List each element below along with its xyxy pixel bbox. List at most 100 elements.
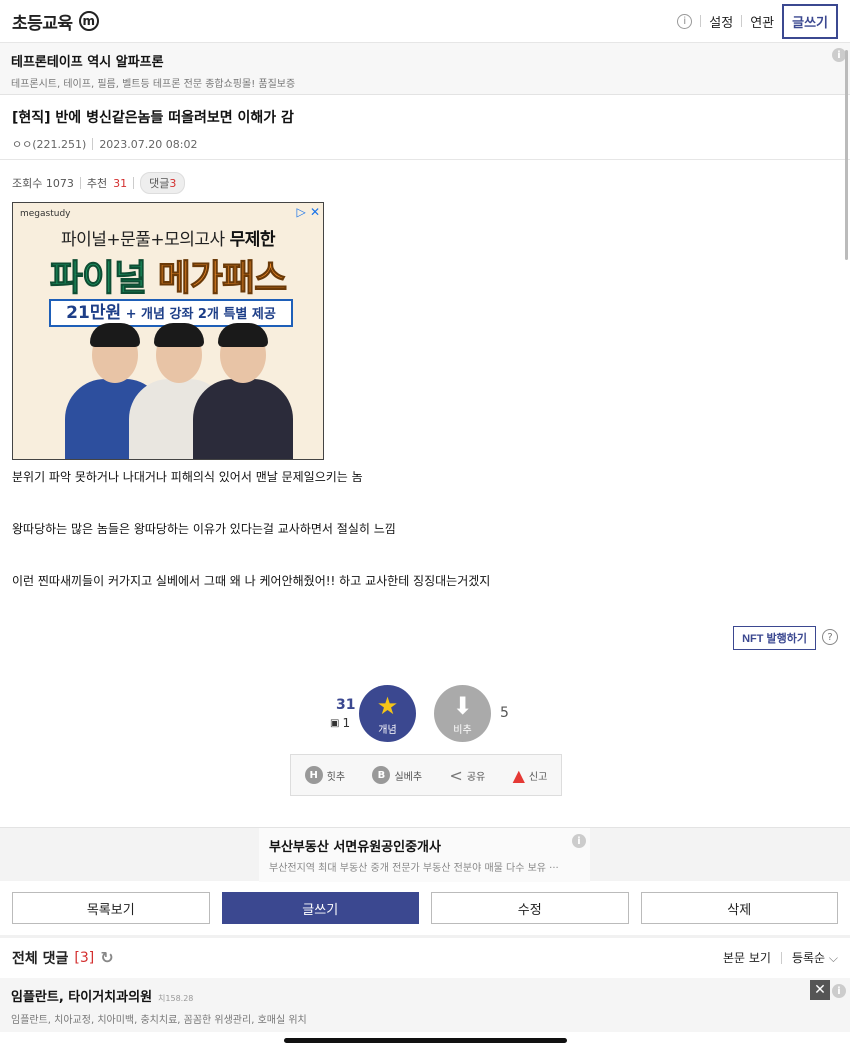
mid-ad: 부산부동산 서면유원공인중개사 부산전지역 최대 부동산 중개 전문가 부동산 …: [0, 827, 850, 882]
adchoices-icon[interactable]: ▷ ✕: [297, 205, 320, 219]
hit-recommend-label: 힛추: [326, 771, 346, 783]
upvote-sub-value: 1: [342, 716, 351, 730]
hit-recommend-button[interactable]: H 힛추: [304, 766, 346, 784]
top-ad-title[interactable]: 테프론테이프 역시 알파프론: [11, 51, 839, 70]
write-button[interactable]: 글쓰기: [221, 892, 419, 924]
comments-header: 전체 댓글 [3] ↻ 본문 보기 등록순 ⌵: [0, 935, 850, 977]
gallery-title[interactable]: 초등교육: [12, 9, 73, 34]
report-button[interactable]: ▲ 신고: [513, 766, 548, 785]
chevron-down-icon: ⌵: [828, 951, 838, 965]
divider: [79, 177, 81, 189]
downvote-count: 5: [500, 705, 509, 721]
post-header: [현직] 반에 병신같은놈들 떠올려보면 이해가 감 ㅇㅇ(221.251) 2…: [0, 95, 850, 160]
mid-ad-card[interactable]: 부산부동산 서면유원공인중개사 부산전지역 최대 부동산 중개 전문가 부동산 …: [259, 828, 590, 882]
divider: [133, 177, 135, 189]
refresh-icon[interactable]: ↻: [100, 948, 113, 967]
comment-count: 3: [169, 177, 177, 190]
banner-product-orange: 메가패스: [157, 258, 287, 300]
post-paragraph: 왕따당하는 많은 놈들은 왕따당하는 이유가 있다는걸 교사하면서 절실히 느낌: [12, 522, 396, 536]
sort-select[interactable]: 등록순 ⌵: [792, 949, 838, 966]
best-recommend-button[interactable]: B 실베추: [372, 766, 422, 784]
list-button[interactable]: 목록보기: [12, 892, 210, 924]
home-indicator[interactable]: [284, 1038, 567, 1043]
banner-ad[interactable]: megastudy ▷ ✕ 파이널+문풀+모의고사 무제한 파이널 메가패스 2…: [12, 202, 324, 460]
ad-info-icon[interactable]: i: [572, 834, 586, 848]
edit-button[interactable]: 수정: [431, 892, 629, 924]
gallery-title-group[interactable]: 초등교육 m: [12, 9, 99, 34]
banner-offer-rest: + 개념 강좌 2개 특별 제공: [125, 307, 276, 322]
write-button-top[interactable]: 글쓰기: [782, 3, 838, 39]
upvote-sub-count: ▣ 1: [330, 716, 350, 730]
ad-info-icon[interactable]: i: [832, 48, 846, 62]
post-date: 2023.07.20 08:02: [99, 137, 198, 151]
upvote-count: 31: [336, 697, 356, 713]
downvote-label: 비추: [453, 725, 472, 736]
bottom-ad-description: 임플란트, 치아교정, 치아미백, 충치치료, 꼼꼼한 위생관리, 호매실 위치: [11, 1015, 307, 1026]
banner-headline-prefix: 파이널+문풀+모의고사: [60, 230, 225, 250]
star-icon: ★: [376, 692, 399, 720]
upvote-button[interactable]: ★ 개념: [359, 685, 416, 742]
share-label: 공유: [466, 771, 486, 783]
banner-headline: 파이널+문풀+모의고사 무제한: [13, 225, 323, 250]
post-buttons: 목록보기 글쓰기 수정 삭제: [12, 892, 838, 924]
bottom-ad-title[interactable]: 임플란트, 타이거치과의원: [11, 986, 152, 1005]
close-icon[interactable]: ✕: [810, 980, 830, 1000]
arrow-down-icon: ⬇: [452, 692, 473, 720]
fixed-nick-icon: ▣: [330, 717, 340, 729]
comment-count-pill[interactable]: 댓글3: [140, 172, 186, 194]
header-actions: i 설정 연관 글쓰기: [677, 3, 838, 39]
related-link[interactable]: 연관: [750, 12, 774, 31]
banner-brand-logo: megastudy: [20, 209, 71, 219]
sort-label: 등록순: [791, 951, 826, 965]
post-meta: ㅇㅇ(221.251) 2023.07.20 08:02: [12, 136, 838, 152]
upvote-label: 개념: [378, 725, 397, 736]
post-body: 분위기 파악 못하거나 나대거나 피해의식 있어서 맨날 문제일으키는 놈 왕따…: [12, 468, 490, 624]
help-icon[interactable]: ?: [822, 629, 838, 645]
post-stats: 조회수 1073 추천 31 댓글3: [0, 160, 850, 194]
top-ad[interactable]: 테프론테이프 역시 알파프론 테프론시트, 테이프, 필름, 벨트등 테프론 전…: [0, 43, 850, 95]
vote-area: 31 ▣ 1 ★ 개념 ⬇ 비추 5: [0, 685, 850, 743]
banner-price: 21만원: [66, 303, 122, 323]
view-count: 조회수 1073: [12, 177, 74, 190]
banner-headline-bold: 무제한: [229, 230, 276, 250]
mid-ad-title[interactable]: 부산부동산 서면유원공인중개사: [269, 836, 580, 855]
nft-issue-button[interactable]: NFT 발행하기: [733, 626, 816, 650]
minor-gallery-badge-icon: m: [78, 11, 99, 31]
top-ad-description: 테프론시트, 테이프, 필름, 벨트등 테프론 전문 종합쇼핑몰! 품질보증: [11, 79, 296, 90]
comment-label: 댓글: [149, 177, 170, 190]
top-bar: 초등교육 m i 설정 연관 글쓰기: [0, 0, 850, 43]
bottom-ad-tag: 치158.28: [158, 994, 194, 1003]
recommend-label: 추천: [86, 177, 108, 190]
post-action-bar: H 힛추 B 실베추 < 공유 ▲ 신고: [290, 754, 562, 796]
banner-product-green: 파이널: [49, 258, 147, 300]
recommend-count: 31: [113, 176, 128, 190]
bottom-ad[interactable]: 임플란트, 타이거치과의원 치158.28 임플란트, 치아교정, 치아미백, …: [0, 978, 850, 1032]
post-paragraph: 분위기 파악 못하거나 나대거나 피해의식 있어서 맨날 문제일으키는 놈: [12, 470, 363, 484]
divider: [92, 138, 94, 150]
comments-title-group: 전체 댓글 [3] ↻: [12, 948, 114, 968]
post-title: [현직] 반에 병신같은놈들 떠올려보면 이해가 감: [12, 110, 294, 126]
post-author[interactable]: ㅇㅇ(221.251): [12, 136, 86, 152]
delete-button[interactable]: 삭제: [640, 892, 838, 924]
settings-link[interactable]: 설정: [709, 12, 733, 31]
post-paragraph: 이런 찐따새끼들이 커가지고 실베에서 그때 왜 나 케어안해줬어!! 하고 교…: [12, 574, 491, 588]
info-icon[interactable]: i: [677, 13, 693, 29]
downvote-button[interactable]: ⬇ 비추: [434, 685, 491, 742]
siren-icon: ▲: [512, 765, 525, 785]
share-button[interactable]: < 공유: [449, 766, 485, 785]
banner-person-right: [193, 323, 293, 459]
hit-icon: H: [304, 766, 323, 784]
view-body-link[interactable]: 본문 보기: [723, 949, 771, 966]
comments-title: 전체 댓글: [12, 950, 69, 967]
mid-ad-description: 부산전지역 최대 부동산 중개 전문가 부동산 전분야 매물 다수 보유 ···: [269, 863, 559, 874]
bottom-ad-title-row: 임플란트, 타이거치과의원 치158.28: [11, 986, 839, 1005]
banner-product-name: 파이널 메가패스: [13, 249, 323, 301]
comments-count: [3]: [74, 949, 95, 966]
scroll-indicator[interactable]: [845, 50, 848, 260]
comments-controls: 본문 보기 등록순 ⌵: [723, 949, 838, 966]
ad-info-icon[interactable]: i: [832, 984, 846, 998]
share-icon: <: [449, 765, 463, 785]
divider: [700, 15, 702, 27]
best-icon: B: [372, 766, 391, 784]
best-recommend-label: 실베추: [394, 771, 423, 783]
